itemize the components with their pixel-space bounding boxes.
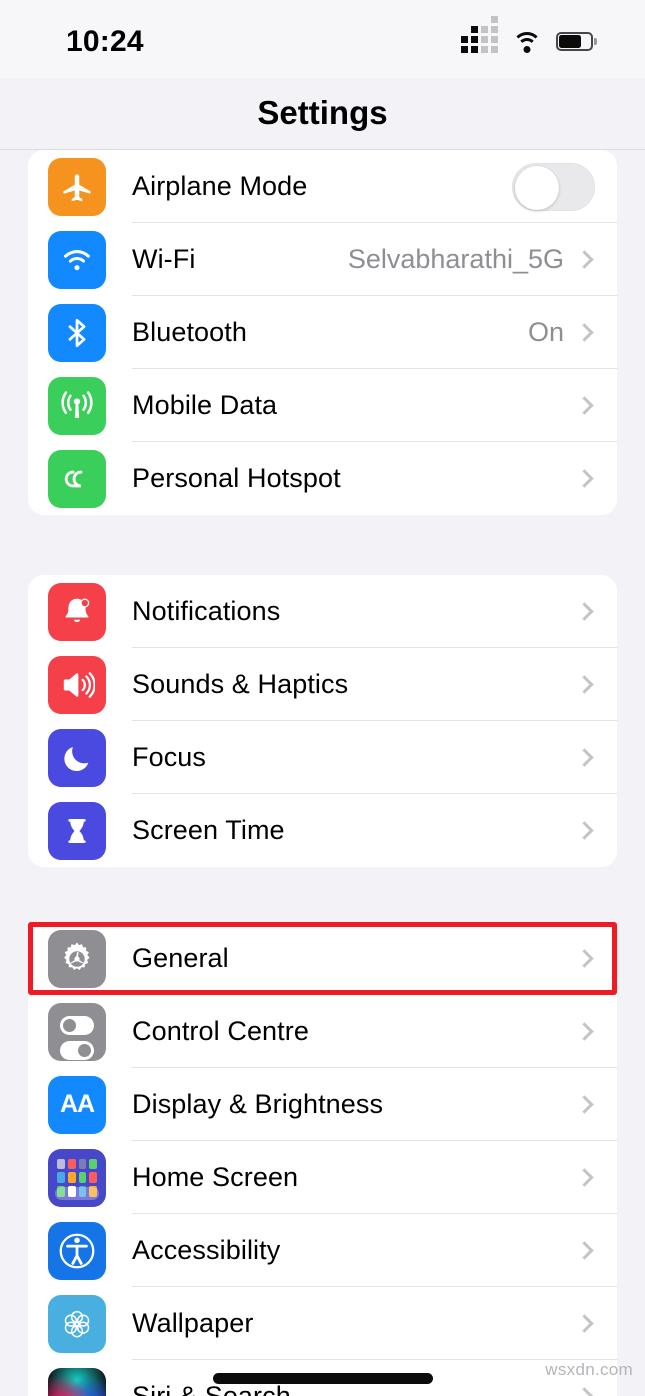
chevron-right-icon	[575, 1095, 594, 1114]
chevron-right-icon	[575, 949, 594, 968]
settings-row-label: Personal Hotspot	[132, 463, 341, 493]
settings-row-label: Wallpaper	[132, 1308, 254, 1338]
chevron-right-icon	[575, 250, 594, 269]
bluetooth-status-value: On	[527, 317, 564, 347]
settings-row-label: Accessibility	[132, 1235, 281, 1265]
settings-group-connectivity: Airplane Mode Wi-Fi Selvabharathi_5G Blu…	[28, 150, 617, 515]
settings-group-alerts: Notifications Sounds & Haptics Focus Scr…	[28, 575, 617, 867]
wifi-icon	[512, 30, 542, 53]
chevron-right-icon	[575, 748, 594, 767]
page-title: Settings	[257, 94, 388, 131]
bluetooth-icon	[48, 303, 106, 362]
hourglass-icon	[48, 801, 106, 860]
speaker-icon	[48, 655, 106, 714]
hotspot-icon	[48, 449, 106, 508]
home-indicator	[212, 1373, 433, 1384]
status-bar: 10:24	[0, 0, 645, 78]
settings-row-label: Focus	[132, 742, 207, 772]
settings-row-label: Mobile Data	[132, 390, 278, 420]
status-bar-time: 10:24	[66, 25, 144, 58]
settings-row-wi-fi[interactable]: Wi-Fi Selvabharathi_5G	[28, 223, 617, 296]
settings-row-label: Display & Brightness	[132, 1089, 384, 1119]
wifi-icon	[48, 230, 106, 289]
settings-row-label: Wi-Fi	[132, 244, 196, 274]
settings-row-accessibility[interactable]: Accessibility	[28, 1214, 617, 1287]
settings-row-airplane-mode[interactable]: Airplane Mode	[28, 150, 617, 223]
settings-row-label: Bluetooth	[132, 317, 247, 347]
chevron-right-icon	[575, 1241, 594, 1260]
chevron-right-icon	[575, 1314, 594, 1333]
chevron-right-icon	[575, 469, 594, 488]
airplane-mode-toggle[interactable]	[512, 162, 595, 211]
settings-row-control-centre[interactable]: Control Centre	[28, 995, 617, 1068]
chevron-right-icon	[575, 396, 594, 415]
settings-row-label: General	[132, 943, 229, 973]
chevron-right-icon	[575, 323, 594, 342]
settings-row-screen-time[interactable]: Screen Time	[28, 794, 617, 867]
settings-list[interactable]: Airplane Mode Wi-Fi Selvabharathi_5G Blu…	[0, 150, 645, 1396]
settings-row-focus[interactable]: Focus	[28, 721, 617, 794]
settings-row-personal-hotspot[interactable]: Personal Hotspot	[28, 442, 617, 515]
settings-row-label: Airplane Mode	[132, 171, 308, 201]
settings-row-display-brightness[interactable]: AA Display & Brightness	[28, 1068, 617, 1141]
status-bar-indicators	[461, 16, 597, 55]
wifi-network-value: Selvabharathi_5G	[347, 244, 564, 274]
settings-row-home-screen[interactable]: Home Screen	[28, 1141, 617, 1214]
siri-orb-icon	[48, 1367, 106, 1396]
gear-icon	[48, 929, 106, 988]
cellular-dots-icon	[461, 16, 498, 53]
home-screen-grid-icon	[48, 1148, 106, 1207]
chevron-right-icon	[575, 821, 594, 840]
settings-group-system: General Control Centre AA Display & Brig…	[28, 922, 617, 1396]
bell-icon	[48, 582, 106, 641]
settings-row-label: Control Centre	[132, 1016, 309, 1046]
settings-row-label: Notifications	[132, 596, 281, 626]
settings-row-label: Sounds & Haptics	[132, 669, 349, 699]
settings-row-notifications[interactable]: Notifications	[28, 575, 617, 648]
moon-icon	[48, 728, 106, 787]
display-aa-icon: AA	[48, 1075, 106, 1134]
chevron-right-icon	[575, 1387, 594, 1396]
settings-row-sounds-haptics[interactable]: Sounds & Haptics	[28, 648, 617, 721]
wallpaper-flower-icon	[48, 1294, 106, 1353]
watermark: wsxdn.com	[545, 1360, 633, 1379]
airplane-icon	[48, 157, 106, 216]
cellular-antenna-icon	[48, 376, 106, 435]
settings-row-label: Home Screen	[132, 1162, 299, 1192]
chevron-right-icon	[575, 675, 594, 694]
accessibility-icon	[48, 1221, 106, 1280]
chevron-right-icon	[575, 1168, 594, 1187]
settings-row-wallpaper[interactable]: Wallpaper	[28, 1287, 617, 1360]
settings-row-bluetooth[interactable]: Bluetooth On	[28, 296, 617, 369]
chevron-right-icon	[575, 602, 594, 621]
control-centre-icon	[48, 1002, 106, 1061]
iphone-settings-screen: 10:24 Settings Airplane Mode Wi-Fi Selva…	[0, 0, 645, 1396]
settings-row-mobile-data[interactable]: Mobile Data	[28, 369, 617, 442]
settings-row-label: Screen Time	[132, 815, 285, 845]
battery-icon	[556, 31, 597, 51]
chevron-right-icon	[575, 1022, 594, 1041]
settings-row-general[interactable]: General	[28, 922, 617, 995]
